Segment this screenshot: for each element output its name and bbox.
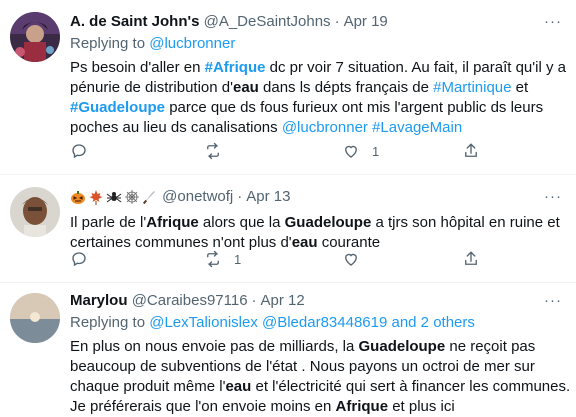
replying-to-label: Replying to [70, 35, 146, 52]
like-count: 1 [372, 143, 380, 159]
reply-button[interactable] [70, 249, 88, 269]
retweet-button[interactable] [204, 141, 222, 161]
tweet-header: @onetwofj · Apr 13 ··· [70, 187, 570, 207]
replying-to-label: Replying to [70, 314, 146, 331]
heart-icon [345, 253, 357, 266]
share-icon [465, 251, 477, 265]
display-name[interactable]: A. de Saint John's [70, 13, 199, 30]
reply-button[interactable] [70, 141, 88, 161]
highlight-term: Guadeloupe [358, 338, 446, 355]
hashtag-link[interactable]: #Afrique [205, 59, 266, 76]
highlight-term: eau [225, 378, 252, 395]
hashtag-link[interactable]: #Guadeloupe [70, 99, 165, 116]
tweet-actions: 1 [70, 141, 477, 161]
tweet-line: En plus on nous envoie pas de milliards,… [70, 338, 536, 355]
avatar[interactable] [10, 187, 60, 237]
user-handle[interactable]: @Caraibes97116 [132, 292, 248, 309]
separator-dot: · [334, 13, 340, 30]
heart-icon [345, 145, 357, 158]
user-handle[interactable]: @A_DeSaintJohns [204, 13, 331, 30]
tweet-header: Marylou @Caraibes97116 · Apr 12 ··· [70, 291, 570, 311]
tweet-text: Ps besoin d'aller en #Afrique dc pr voir… [70, 58, 570, 138]
tweet-3[interactable]: Marylou @Caraibes97116 · Apr 12 ··· Replyi… [0, 283, 576, 416]
tweet-time[interactable]: Apr 19 [344, 13, 388, 30]
hashtag-link[interactable]: #LavageMain [372, 119, 462, 136]
pumpkin-emoji-icon [71, 191, 85, 205]
tweet-time[interactable]: Apr 13 [246, 188, 290, 205]
avatar[interactable] [10, 12, 60, 62]
hashtag-link[interactable]: #Martinique [433, 79, 511, 96]
avatar-image [10, 293, 60, 343]
reply-icon [72, 252, 86, 267]
tweet-time[interactable]: Apr 12 [261, 292, 305, 309]
more-options-icon[interactable]: ··· [544, 291, 562, 311]
more-options-icon[interactable]: ··· [544, 187, 562, 207]
tweet-line: pénurie de distribution d'eau dans ls dé… [70, 79, 529, 96]
retweet-icon [207, 250, 219, 268]
replying-to-link[interactable]: @LexTalionislex @Bledar83448619 and 2 ot… [149, 314, 475, 331]
spider-web-emoji-icon [125, 190, 139, 205]
highlight-term: Afrique [146, 214, 199, 231]
tweet-line: beaucoup de subventions de l'état . Nous… [70, 358, 535, 375]
more-options-icon[interactable]: ··· [544, 12, 562, 32]
like-button[interactable] [342, 249, 360, 269]
mention-link[interactable]: @lucbronner [282, 119, 368, 136]
maple-leaf-emoji-icon [89, 190, 103, 206]
retweet-count: 1 [234, 251, 242, 267]
highlight-term: Guadeloupe [284, 214, 372, 231]
tweet-text: Il parle de l'Afrique alors que la Guade… [70, 213, 570, 253]
tweet-line: #Guadeloupe parce que ds fous furieux on… [70, 99, 544, 116]
replying-to: Replying to @lucbronner [70, 34, 570, 54]
display-name[interactable]: Marylou [70, 292, 128, 309]
highlight-term: eau [232, 79, 259, 96]
avatar-image [10, 187, 60, 237]
tweet-header: A. de Saint John's @A_DeSaintJohns · Apr 1… [70, 12, 570, 32]
tweet-actions: 1 [70, 249, 477, 269]
user-handle[interactable]: @onetwofj [162, 188, 233, 205]
share-button[interactable] [462, 141, 480, 161]
separator-dot: · [237, 188, 243, 205]
tweet-2[interactable]: @onetwofj · Apr 13 ··· Il parle de l'Afriq… [0, 175, 576, 283]
like-button[interactable]: 1 [342, 141, 379, 161]
avatar-image [10, 12, 60, 62]
tweet-line: Ps besoin d'aller en #Afrique dc pr voir… [70, 59, 566, 76]
tweet-line: Il parle de l'Afrique alors que la Guade… [70, 214, 560, 231]
tweet-text: En plus on nous envoie pas de milliards,… [70, 337, 570, 417]
replying-to-link[interactable]: @lucbronner [149, 35, 235, 52]
separator-dot: · [251, 292, 257, 309]
highlight-term: Afrique [335, 398, 389, 415]
tweet-line: poches au lieu ds canalisations @lucbron… [70, 119, 463, 136]
tweet-line: Je préférerais que l'on envoie moins en … [70, 398, 455, 415]
tweet-1[interactable]: A. de Saint John's @A_DeSaintJohns · Apr 1… [0, 0, 576, 175]
display-name-emojis[interactable] [70, 189, 158, 206]
retweet-button[interactable]: 1 [204, 249, 241, 269]
tweet-line: chaque produit même l'eau et l'électrici… [70, 378, 571, 395]
spider-emoji-icon [106, 192, 122, 203]
replying-to: Replying to @LexTalionislex @Bledar83448… [70, 313, 570, 333]
knife-emoji-icon [142, 191, 155, 205]
share-icon [465, 143, 477, 157]
share-button[interactable] [462, 249, 480, 269]
avatar[interactable] [10, 293, 60, 343]
retweet-icon [207, 142, 219, 160]
reply-icon [72, 144, 86, 159]
